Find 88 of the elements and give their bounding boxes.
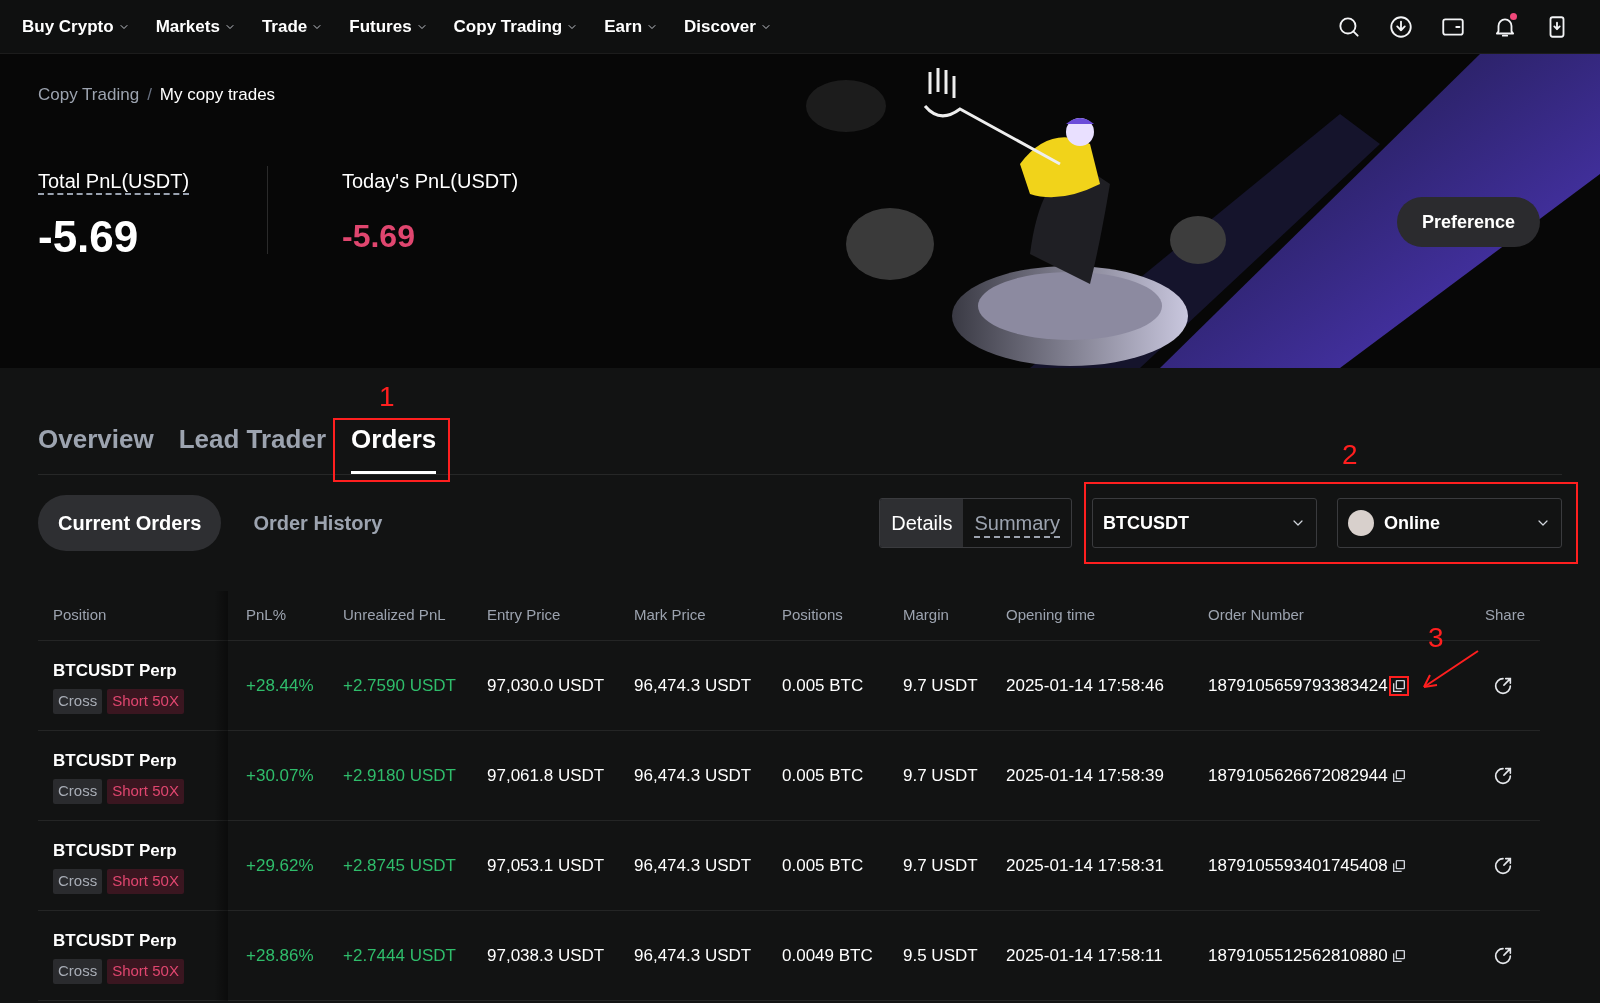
table-cell-text: 9.5 USDT	[902, 944, 979, 967]
nav-menu-item[interactable]: Discover	[684, 13, 772, 40]
margin-mode-tag: Cross	[53, 779, 103, 804]
order-tab[interactable]: Current Orders	[38, 495, 222, 551]
position-symbol: BTCUSDT Perp	[53, 929, 178, 952]
table-cell-text: 96,474.3 USDT	[633, 674, 753, 697]
table-cell-text: +28.44%	[245, 674, 315, 697]
copy-button[interactable]	[1390, 767, 1407, 784]
breadcrumb-current: My copy trades	[159, 84, 276, 106]
position-symbol: BTCUSDT Perp	[53, 749, 178, 772]
order-number: 1879105512562810880	[1208, 944, 1388, 967]
table-cell-text: +29.62%	[245, 854, 315, 877]
order-number: 1879105626672082944	[1208, 764, 1388, 787]
side-tag: Short 50X	[107, 869, 184, 894]
stat-value: -5.69	[342, 216, 416, 256]
table-cell-text: +30.07%	[245, 764, 315, 787]
column-header: Opening time	[1005, 605, 1097, 626]
table-cell-text: +2.7590 USDT	[342, 674, 457, 697]
table-cell-text: +2.7444 USDT	[342, 944, 457, 967]
view-toggle-option[interactable]: Summary	[963, 499, 1071, 547]
table-cell-text: 97,061.8 USDT	[486, 764, 606, 787]
column-header: Position	[52, 605, 108, 626]
breadcrumb-link[interactable]: Copy Trading	[38, 82, 140, 108]
column-header: Margin	[902, 605, 950, 626]
side-tag: Short 50X	[107, 689, 184, 714]
status-dropdown[interactable]: Online	[1337, 498, 1562, 548]
stat-label: Total PnL(USDT)	[38, 168, 190, 194]
tab[interactable]: Lead Trader	[178, 420, 327, 474]
column-header: Share	[1483, 605, 1526, 626]
table-cell-text: 9.7 USDT	[902, 854, 979, 877]
position-symbol: BTCUSDT Perp	[53, 839, 178, 862]
column-header: Mark Price	[633, 605, 707, 626]
annotation-number: 1	[379, 380, 395, 414]
table-cell-text: 96,474.3 USDT	[633, 854, 753, 877]
nav-menu-item[interactable]: Futures	[349, 13, 428, 40]
table-cell-text: 2025-01-14 17:58:11	[1005, 944, 1164, 967]
nav-menu-item[interactable]: Trade	[261, 13, 324, 40]
download-button[interactable]	[1388, 13, 1414, 40]
margin-mode-tag: Cross	[53, 959, 103, 984]
stat-value: -5.69	[38, 210, 140, 263]
avatar-icon	[1348, 510, 1374, 536]
table-cell-text: 97,053.1 USDT	[486, 854, 606, 877]
table-cell-text: 96,474.3 USDT	[633, 944, 753, 967]
table-cell-text: 96,474.3 USDT	[633, 764, 753, 787]
order-tab[interactable]: Order History	[233, 495, 403, 551]
column-header: Positions	[781, 605, 844, 626]
table-cell-text: 9.7 USDT	[902, 764, 979, 787]
symbol-dropdown[interactable]: BTCUSDT	[1092, 498, 1317, 548]
annotation-arrow	[1423, 649, 1479, 688]
annotation-number: 2	[1342, 438, 1358, 472]
stat-label: Today's PnL(USDT)	[342, 168, 519, 194]
side-tag: Short 50X	[107, 779, 184, 804]
margin-mode-tag: Cross	[53, 689, 103, 714]
table-cell-text: 2025-01-14 17:58:31	[1005, 854, 1165, 877]
breadcrumb-separator: /	[147, 84, 152, 106]
table-cell-text: 2025-01-14 17:58:39	[1005, 764, 1165, 787]
side-tag: Short 50X	[107, 959, 184, 984]
column-header: Order Number	[1207, 605, 1305, 626]
column-header: Unrealized PnL	[342, 605, 447, 626]
table-cell-text: 0.005 BTC	[781, 764, 865, 787]
annotation-number: 3	[1428, 620, 1444, 655]
column-header: PnL%	[245, 605, 288, 626]
order-number: 1879105593401745408	[1208, 854, 1388, 877]
order-number: 1879105659793383424	[1208, 674, 1388, 697]
tab[interactable]: Overview	[38, 420, 154, 474]
preference-button[interactable]: Preference	[1396, 197, 1540, 247]
table-cell-text: 9.7 USDT	[902, 674, 979, 697]
tab[interactable]: Orders	[351, 420, 437, 474]
table-cell-text: +2.9180 USDT	[342, 764, 457, 787]
table-cell-text: 0.005 BTC	[781, 854, 865, 877]
table-cell-text: 0.005 BTC	[781, 674, 865, 697]
nav-menu-item[interactable]: Buy Crypto	[22, 13, 130, 40]
table-cell-text: +2.8745 USDT	[342, 854, 457, 877]
copy-button[interactable]	[1390, 857, 1407, 874]
table-cell-text: +28.86%	[245, 944, 315, 967]
table-cell-text: 0.0049 BTC	[781, 944, 874, 967]
view-toggle-option[interactable]: Details	[880, 499, 964, 547]
nav-menu-item[interactable]: Markets	[155, 13, 236, 40]
table-cell-text: 2025-01-14 17:58:46	[1005, 674, 1165, 697]
nav-menu-item[interactable]: Earn	[604, 13, 658, 40]
table-cell-text: 97,038.3 USDT	[486, 944, 606, 967]
nav-menu-item[interactable]: Copy Trading	[453, 13, 579, 40]
position-symbol: BTCUSDT Perp	[53, 659, 178, 682]
column-header: Entry Price	[486, 605, 562, 626]
table-cell-text: 97,030.0 USDT	[486, 674, 606, 697]
copy-button[interactable]	[1390, 947, 1407, 964]
copy-button[interactable]	[1390, 677, 1407, 694]
margin-mode-tag: Cross	[53, 869, 103, 894]
